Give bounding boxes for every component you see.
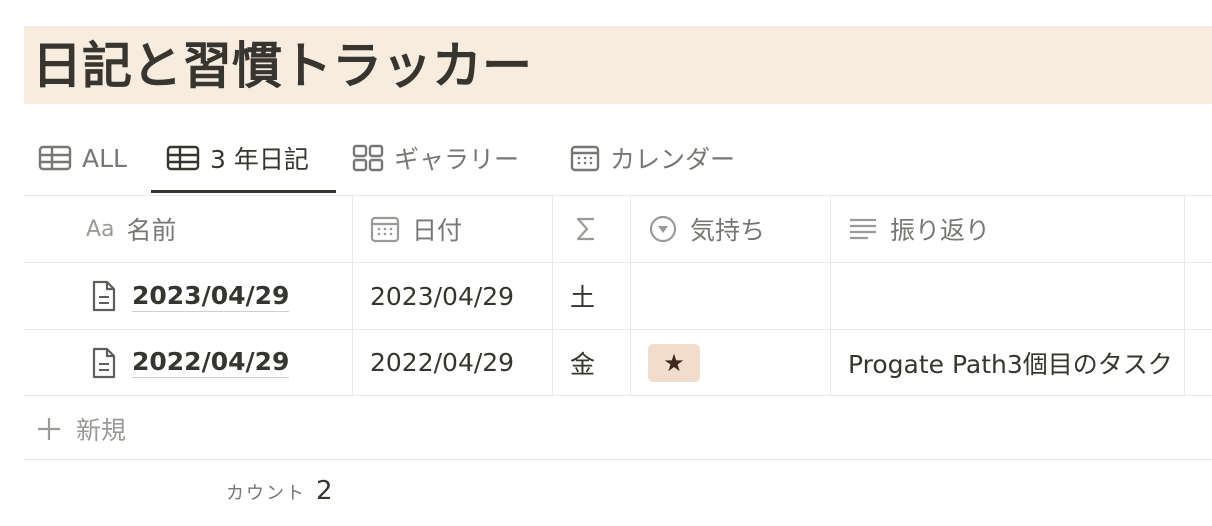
count-value: 2 [316,476,333,506]
count-label: カウント [226,483,306,504]
column-divider [352,196,353,396]
column-divider [1184,196,1185,396]
tab-gallery-label: ギャラリー [394,145,520,174]
table-row-date-cell[interactable]: 2022/04/29 [370,330,550,395]
tab-calendar[interactable]: カレンダー [570,124,735,192]
select-property-icon [648,214,678,244]
tab-calendar-label: カレンダー [610,145,736,174]
column-header-date[interactable]: 日付 [370,196,550,262]
sigma-formula-icon [574,215,598,243]
row-border [24,395,1212,396]
page-document-icon [90,346,118,380]
weekday-value: 土 [570,283,596,312]
date-value: 2023/04/29 [370,281,515,311]
calendar-icon [570,144,600,172]
table-row-mood-cell[interactable]: ★ [648,330,828,395]
table-row-weekday-cell[interactable]: 土 [570,263,628,329]
gallery-grid-icon [352,144,384,172]
column-header-formula[interactable] [574,196,628,262]
tab-gallery[interactable]: ギャラリー [352,124,519,192]
table-row-mood-cell[interactable] [648,263,828,329]
weekday-value: 金 [570,349,596,379]
table-bottom-border [24,459,1212,460]
tab-3-year-diary-label: 3 年日記 [210,145,309,174]
table-row-name-cell[interactable]: 2022/04/29 [90,330,350,395]
title-banner: 日記と習慣トラッカー [24,26,1212,104]
table-row-name-cell[interactable]: 2023/04/29 [90,263,350,329]
tab-all[interactable]: ALL [38,124,127,192]
column-header-label: 振り返り [890,216,991,245]
table-icon [38,145,72,171]
column-header-name[interactable]: Aa 名前 [86,196,348,262]
column-divider [630,196,631,396]
new-row-label: 新規 [76,416,127,445]
column-divider [552,196,553,396]
table-icon [166,145,200,171]
date-value: 2022/04/29 [370,348,515,377]
active-tab-indicator [151,190,336,193]
column-header-label: 名前 [126,216,177,245]
view-tabs: ALL 3 年日記 ギャラリー カレンダー [24,124,1212,196]
new-row-button[interactable]: 新規 [36,408,126,450]
reflection-value: Progate Path3個目のタスク [848,349,1173,379]
table-row-reflection-cell[interactable]: Progate Path3個目のタスク [848,330,1184,395]
plus-icon [36,416,62,442]
text-lines-icon [848,216,878,242]
mood-star-badge: ★ [648,343,700,382]
column-divider [830,196,831,396]
column-header-reflection[interactable]: 振り返り [848,196,1182,262]
table-row-weekday-cell[interactable]: 金 [570,330,628,395]
tab-3-year-diary[interactable]: 3 年日記 [166,124,309,192]
page-title-link[interactable]: 2022/04/29 [132,347,290,378]
column-header-mood[interactable]: 気持ち [648,196,828,262]
page-document-icon [90,279,118,313]
page-title[interactable]: 日記と習慣トラッカー [32,34,532,98]
row-count-footer[interactable]: カウント 2 [226,476,333,512]
table-row-reflection-cell[interactable] [848,263,1182,329]
column-header-label: 日付 [412,216,463,245]
calendar-property-icon [370,215,400,243]
title-property-icon: Aa [86,216,115,242]
table-row-date-cell[interactable]: 2023/04/29 [370,263,550,329]
page-title-link[interactable]: 2023/04/29 [132,281,290,312]
column-header-label: 気持ち [690,216,766,245]
tab-all-label: ALL [82,143,127,173]
